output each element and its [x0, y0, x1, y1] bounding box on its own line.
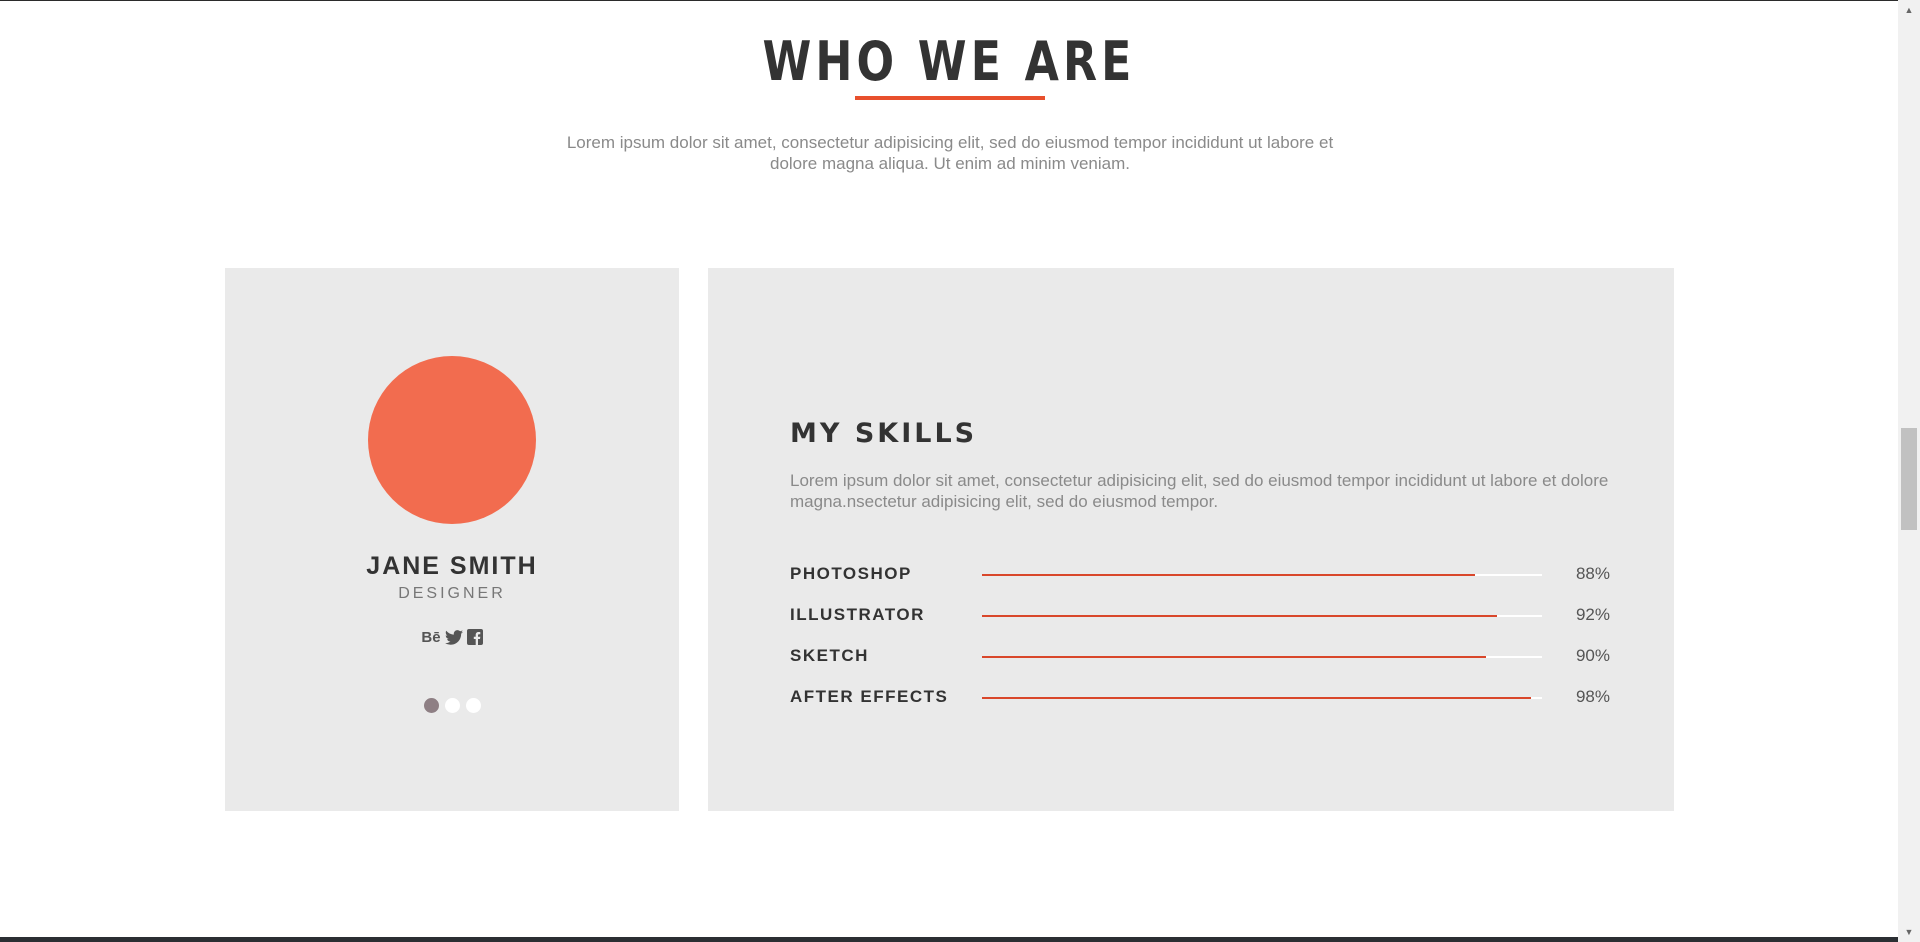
- skill-label: ILLUSTRATOR: [790, 605, 925, 624]
- skill-row-sketch: SKETCH 90%: [790, 644, 1610, 668]
- section-subtitle: Lorem ipsum dolor sit amet, consectetur …: [566, 133, 1334, 173]
- skills-card: MY SKILLS Lorem ipsum dolor sit amet, co…: [708, 268, 1674, 811]
- skill-percent: 98%: [1575, 687, 1610, 706]
- skill-label: PHOTOSHOP: [790, 564, 912, 583]
- social-links: Bē: [225, 628, 679, 646]
- carousel-dots: [225, 698, 679, 713]
- section-title: WHO WE ARE: [762, 30, 1136, 93]
- scroll-thumb[interactable]: [1901, 428, 1917, 530]
- skill-track: [982, 615, 1542, 617]
- skill-percent: 90%: [1575, 646, 1610, 665]
- skill-row-illustrator: ILLUSTRATOR 92%: [790, 603, 1610, 627]
- carousel-dot-3[interactable]: [465, 698, 481, 713]
- twitter-icon[interactable]: [444, 628, 463, 646]
- skill-fill: [982, 574, 1475, 576]
- skill-row-photoshop: PHOTOSHOP 88%: [790, 562, 1610, 586]
- profile-name: JANE SMITH: [366, 552, 538, 580]
- scroll-down-arrow-icon[interactable]: ▼: [1898, 924, 1920, 940]
- profile-role: DESIGNER: [398, 585, 506, 602]
- facebook-icon[interactable]: [466, 628, 483, 646]
- avatar: [368, 356, 536, 524]
- footer-edge: [0, 937, 1898, 942]
- page: WHO WE ARE Lorem ipsum dolor sit amet, c…: [0, 0, 1920, 942]
- skill-fill: [982, 656, 1486, 658]
- skill-row-after-effects: AFTER EFFECTS 98%: [790, 685, 1610, 709]
- scroll-up-arrow-icon[interactable]: ▲: [1898, 2, 1920, 18]
- vertical-scrollbar[interactable]: ▲ ▼: [1898, 0, 1920, 942]
- skill-percent: 88%: [1575, 564, 1610, 583]
- skill-track: [982, 656, 1542, 658]
- skills-title: MY SKILLS: [790, 418, 978, 449]
- skill-track: [982, 697, 1542, 699]
- skill-fill: [982, 615, 1498, 617]
- behance-icon[interactable]: Bē: [421, 628, 440, 646]
- skill-label: AFTER EFFECTS: [790, 687, 949, 706]
- profile-card: JANE SMITH DESIGNER Bē: [225, 268, 679, 811]
- skill-track: [982, 574, 1542, 576]
- skill-percent: 92%: [1575, 605, 1610, 624]
- skill-fill: [982, 697, 1531, 699]
- carousel-dot-1[interactable]: [423, 698, 439, 713]
- top-border: [0, 0, 1920, 1]
- skills-description: Lorem ipsum dolor sit amet, consectetur …: [790, 471, 1609, 511]
- carousel-dot-2[interactable]: [444, 698, 460, 713]
- title-underline: [855, 96, 1045, 100]
- skill-label: SKETCH: [790, 646, 869, 665]
